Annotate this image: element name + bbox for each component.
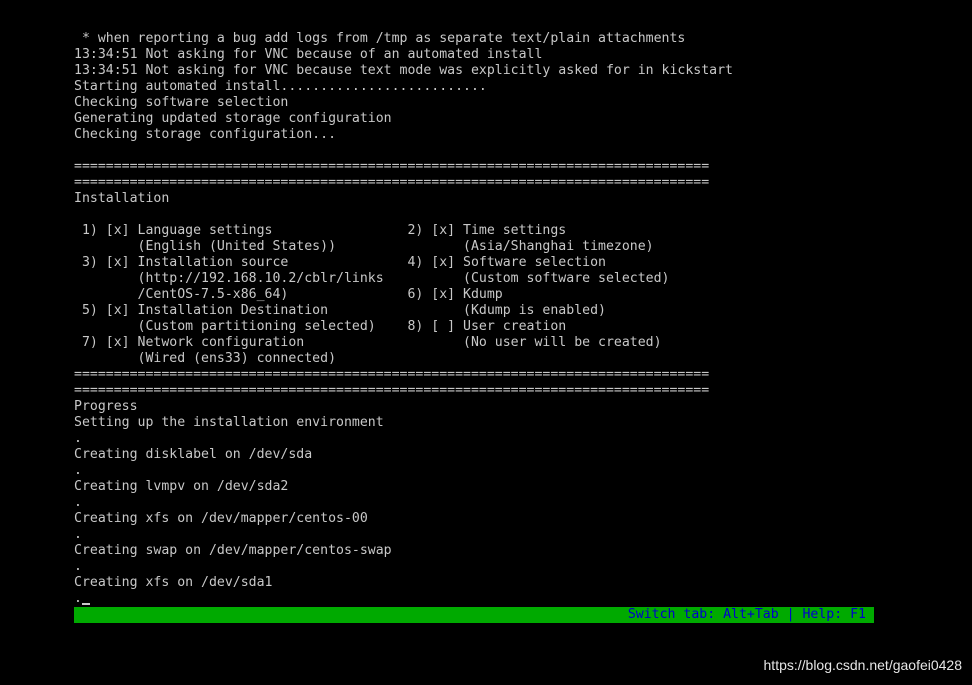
progress-line: . (74, 559, 82, 574)
terminal-output: * when reporting a bug add logs from /tm… (74, 31, 874, 607)
separator-line: ========================================… (74, 367, 710, 382)
progress-line: Creating xfs on /dev/mapper/centos-00 (74, 511, 368, 526)
spoke-row: 5) [x] Installation Destination (Kdump i… (74, 303, 606, 318)
separator-line: ========================================… (74, 159, 710, 174)
spoke-row: 7) [x] Network configuration (No user wi… (74, 335, 662, 350)
progress-line: . (74, 431, 82, 446)
terminal-line: Generating updated storage configuration (74, 111, 392, 126)
terminal-line: * when reporting a bug add logs from /tm… (74, 31, 686, 46)
spoke-row: /CentOS-7.5-x86_64) 6) [x] Kdump (74, 287, 503, 302)
progress-line: Creating disklabel on /dev/sda (74, 447, 313, 462)
status-tabs[interactable]: [anaconda] 1:main* 2:shell 3:log 4:stora… (90, 623, 590, 638)
progress-line: Creating xfs on /dev/sda1 (74, 575, 273, 590)
progress-line: . (74, 591, 82, 606)
text-cursor (82, 603, 90, 605)
section-title-progress: Progress (74, 399, 138, 414)
spoke-row: (Custom partitioning selected) 8) [ ] Us… (74, 319, 567, 334)
progress-line: Creating swap on /dev/mapper/centos-swap (74, 543, 392, 558)
progress-line: . (74, 527, 82, 542)
terminal-line: Checking storage configuration... (74, 127, 337, 142)
spoke-row: (English (United States)) (Asia/Shanghai… (74, 239, 654, 254)
progress-line: Creating lvmpv on /dev/sda2 (74, 479, 289, 494)
spoke-row: (http://192.168.10.2/cblr/links (Custom … (74, 271, 670, 286)
progress-line: . (74, 463, 82, 478)
watermark: https://blog.csdn.net/gaofei0428 (763, 657, 962, 673)
terminal-line: Checking software selection (74, 95, 289, 110)
progress-line: Setting up the installation environment (74, 415, 384, 430)
terminal-line: 13:34:51 Not asking for VNC because of a… (74, 47, 543, 62)
terminal-line: 13:34:51 Not asking for VNC because text… (74, 63, 733, 78)
spoke-row: 1) [x] Language settings 2) [x] Time set… (74, 223, 567, 238)
progress-line: . (74, 495, 82, 510)
spoke-row: (Wired (ens33) connected) (74, 351, 337, 366)
section-title-installation: Installation (74, 191, 170, 206)
terminal-line: Starting automated install..............… (74, 79, 487, 94)
status-hint: Switch tab: Alt+Tab | Help: F1 (627, 607, 866, 622)
tmux-status-bar[interactable]: [anaconda] 1:main* 2:shell 3:log 4:stora… (74, 607, 874, 638)
separator-line: ========================================… (74, 175, 710, 190)
separator-line: ========================================… (74, 383, 710, 398)
spoke-row: 3) [x] Installation source 4) [x] Softwa… (74, 255, 606, 270)
